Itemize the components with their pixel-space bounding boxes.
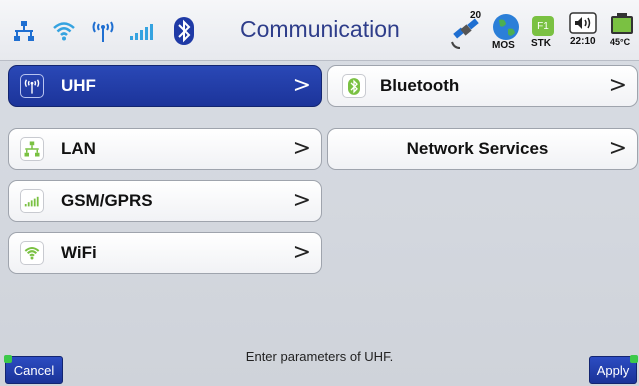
menu-item-bluetooth[interactable]: Bluetooth > [327, 65, 638, 107]
signal-bars-icon [20, 189, 44, 213]
apply-button[interactable]: Apply [589, 355, 638, 384]
status-bar: Communication 20 MOS F1 STK 22:10 45°C [0, 0, 639, 61]
satellite-count: 20 [470, 10, 482, 21]
apply-label: Apply [596, 362, 630, 378]
menu-item-label: Bluetooth [380, 76, 460, 95]
chevron-right-icon: > [608, 73, 627, 98]
satellite-icon[interactable]: 20 [446, 10, 486, 52]
menu-item-label: UHF [61, 76, 96, 95]
corner-marker [630, 355, 638, 363]
menu-item-lan[interactable]: LAN > [8, 128, 322, 170]
mos-label: MOS [492, 40, 515, 51]
stk-key: F1 [532, 16, 554, 36]
globe-icon[interactable]: MOS [490, 10, 522, 54]
stk-label: STK [531, 38, 551, 49]
status-hint: Enter parameters of UHF. [245, 349, 394, 364]
signal-bars-icon[interactable] [128, 14, 156, 48]
menu-item-network-services[interactable]: Network Services > [327, 128, 638, 170]
device-screen: Communication 20 MOS F1 STK 22:10 45°C U… [0, 0, 639, 386]
bluetooth-icon [342, 74, 366, 98]
bluetooth-icon[interactable] [172, 14, 196, 48]
lan-icon [20, 137, 44, 161]
menu-item-label: Network Services [406, 139, 549, 158]
temperature: 45°C [610, 37, 631, 47]
cancel-button[interactable]: Cancel [4, 355, 63, 384]
chevron-right-icon: > [292, 136, 311, 161]
menu-item-label: GSM/GPRS [61, 191, 153, 210]
uhf-antenna-icon[interactable] [90, 14, 116, 48]
chevron-right-icon: > [292, 240, 311, 265]
menu-item-label: LAN [61, 139, 96, 158]
clock: 22:10 [570, 36, 596, 47]
corner-marker [4, 355, 12, 363]
wifi-icon[interactable] [50, 14, 78, 48]
lan-icon[interactable] [10, 14, 38, 48]
stk-button[interactable]: F1 STK [530, 14, 558, 54]
speaker-icon[interactable]: 22:10 [566, 12, 602, 52]
chevron-right-icon: > [608, 136, 627, 161]
menu-item-gsm-gprs[interactable]: GSM/GPRS > [8, 180, 322, 222]
menu-item-wifi[interactable]: WiFi > [8, 232, 322, 274]
uhf-antenna-icon [20, 74, 44, 98]
chevron-right-icon: > [292, 73, 311, 98]
wifi-icon [20, 241, 44, 265]
chevron-right-icon: > [292, 188, 311, 213]
battery-icon[interactable]: 45°C [608, 12, 638, 52]
cancel-label: Cancel [13, 362, 55, 378]
page-title: Communication [240, 16, 400, 42]
menu-item-uhf[interactable]: UHF > [8, 65, 322, 107]
menu-item-label: WiFi [61, 243, 97, 262]
